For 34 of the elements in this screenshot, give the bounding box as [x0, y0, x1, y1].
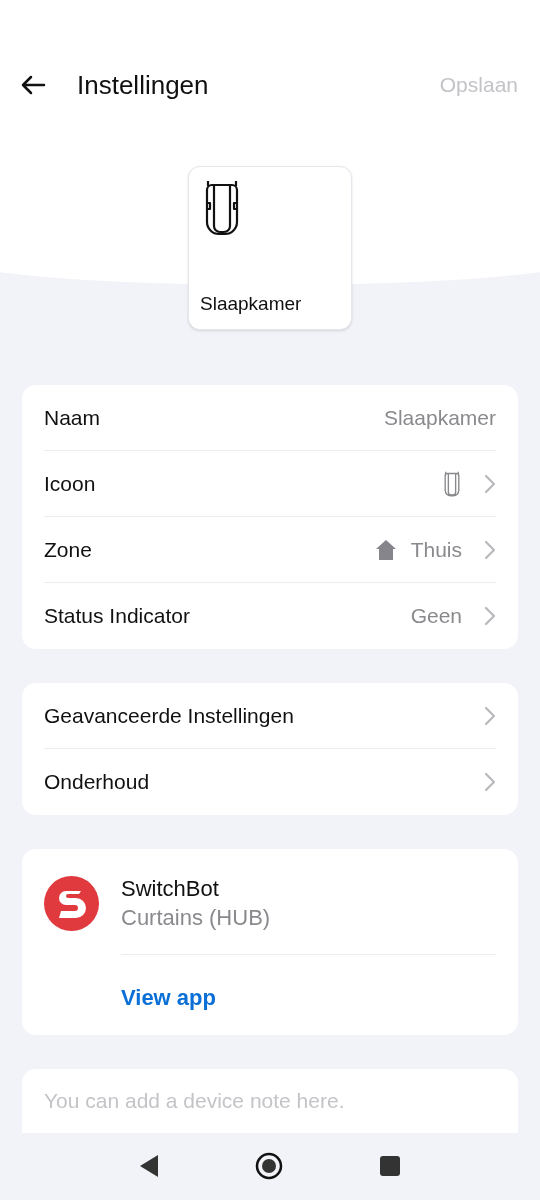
chevron-icon — [484, 705, 496, 726]
chevron-icon — [484, 772, 496, 792]
page-title: Instellingen — [77, 69, 209, 102]
back-arrow-icon — [20, 75, 46, 95]
device-icon — [442, 469, 462, 498]
row-label: Naam — [44, 404, 101, 431]
row-value: Thuis — [410, 536, 462, 563]
settings-row[interactable]: Geavanceerde Instellingen — [44, 683, 496, 749]
house-icon — [374, 538, 397, 561]
chevron-icon — [484, 473, 496, 494]
settings-row[interactable]: Naam Slaapkamer — [44, 385, 496, 451]
view-app-link[interactable]: View app — [121, 981, 216, 1014]
chevron-icon — [484, 539, 496, 560]
settings-row[interactable]: Icoon — [44, 451, 496, 517]
row-label: Icoon — [44, 470, 96, 497]
note-field[interactable]: You can add a device note here. — [22, 1069, 518, 1133]
settings-row[interactable]: Zone Thuis — [44, 517, 496, 583]
row-label: Zone — [44, 536, 92, 563]
integration-subtitle: Curtains (HUB) — [121, 904, 272, 932]
recents-nav-icon[interactable] — [379, 1155, 401, 1177]
device-name: Slaapkamer — [200, 291, 303, 316]
row-value: Slaapkamer — [383, 404, 496, 431]
row-value: Geen — [410, 603, 462, 630]
chevron-icon — [484, 606, 496, 626]
home-nav-icon[interactable] — [255, 1152, 283, 1180]
switchbot-logo-icon — [44, 876, 99, 931]
row-label: Onderhoud — [44, 769, 150, 796]
back-nav-icon[interactable] — [139, 1154, 159, 1178]
row-label: Status Indicator — [44, 603, 190, 630]
integration-name: SwitchBot — [121, 876, 220, 902]
row-label: Geavanceerde Instellingen — [44, 702, 294, 729]
device-tile[interactable]: Slaapkamer — [188, 166, 352, 330]
settings-row[interactable]: Onderhoud — [44, 749, 496, 815]
settings-row[interactable]: Status Indicator Geen — [44, 583, 496, 649]
